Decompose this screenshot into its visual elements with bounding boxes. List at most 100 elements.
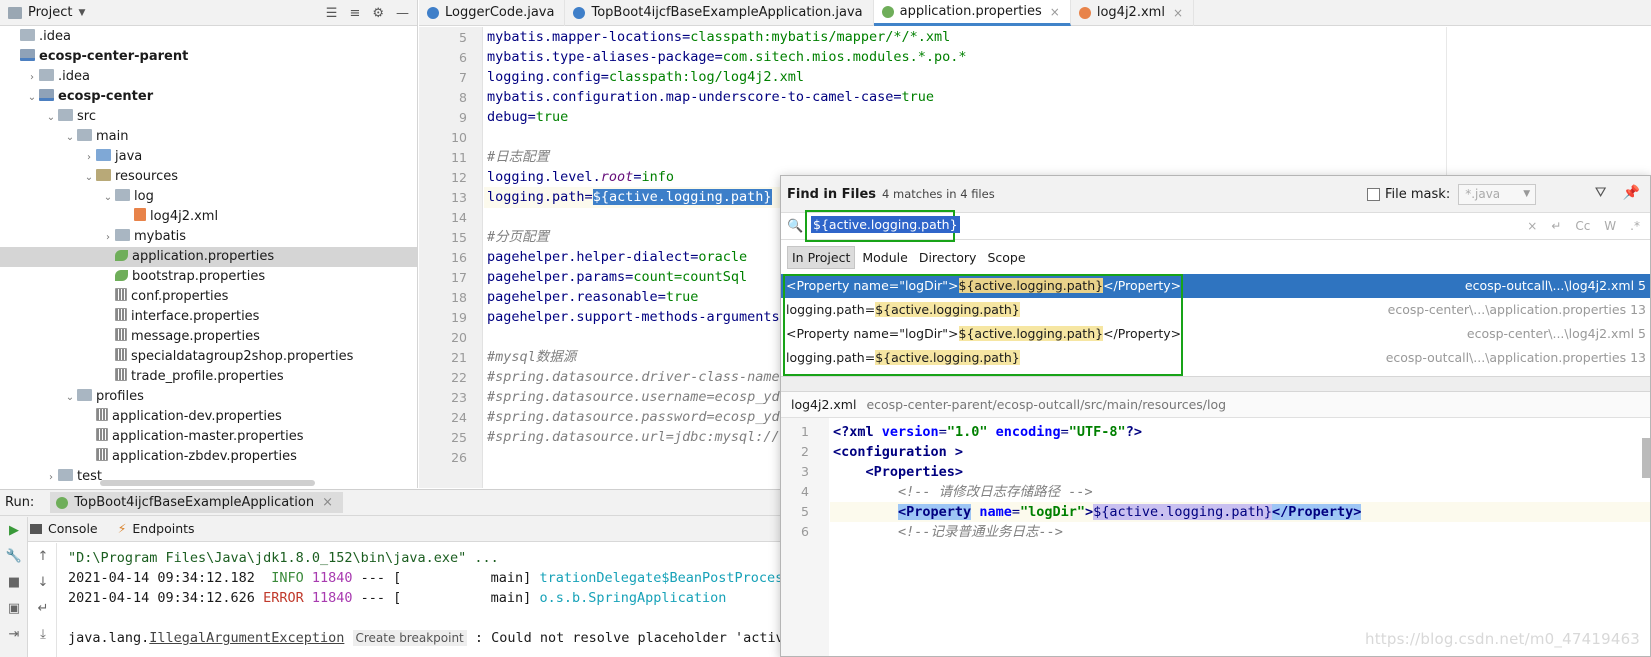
search-icon[interactable]: 🔍 bbox=[787, 219, 803, 234]
close-icon[interactable]: × bbox=[1173, 0, 1183, 26]
tree-item[interactable]: application-zbdev.properties bbox=[0, 447, 417, 467]
editor-tab[interactable]: TopBoot4ijcfBaseExampleApplication.java bbox=[565, 0, 874, 26]
scroll-to-end-icon[interactable]: ⤓ bbox=[29, 621, 57, 647]
vertical-scrollbar[interactable] bbox=[1642, 438, 1650, 478]
tree-item[interactable]: application.properties bbox=[0, 247, 417, 267]
collapse-all-icon[interactable]: ≡ bbox=[349, 6, 360, 21]
tree-item[interactable]: › .idea bbox=[0, 67, 417, 87]
chevron-down-icon[interactable]: ▼ bbox=[78, 8, 85, 18]
code-line[interactable]: #spring.datasource.password=ecosp_ydzb bbox=[487, 407, 796, 428]
run-config-tab[interactable]: TopBoot4ijcfBaseExampleApplication × bbox=[50, 492, 343, 513]
stop-icon[interactable]: ■ bbox=[0, 569, 28, 595]
code-line[interactable]: pagehelper.support-methods-arguments=tru… bbox=[487, 307, 820, 328]
match-case-icon[interactable]: Cc bbox=[1575, 219, 1590, 233]
search-input[interactable]: ${active.logging.path} bbox=[811, 216, 960, 233]
pin-icon[interactable]: 📌 bbox=[1623, 185, 1640, 201]
file-mask-checkbox[interactable] bbox=[1367, 188, 1380, 201]
code-line[interactable]: #spring.datasource.username=ecosp_ydzb bbox=[487, 387, 796, 408]
code-line[interactable]: logging.level.root=info bbox=[487, 167, 674, 188]
chevron-right-icon[interactable]: › bbox=[101, 228, 115, 248]
arrow-up-icon[interactable]: ↑ bbox=[29, 543, 57, 569]
code-line[interactable]: pagehelper.helper-dialect=oracle bbox=[487, 247, 747, 268]
tree-item[interactable]: interface.properties bbox=[0, 307, 417, 327]
expand-all-icon[interactable]: ☰ bbox=[326, 6, 338, 21]
tree-item[interactable]: ⌄ log bbox=[0, 187, 417, 207]
tree-item[interactable]: log4j2.xml bbox=[0, 207, 417, 227]
chevron-down-icon[interactable]: ⌄ bbox=[101, 188, 115, 208]
search-result-row[interactable]: logging.path=${active.logging.path} ecosp… bbox=[781, 298, 1650, 322]
editor-tab[interactable]: LoggerCode.java bbox=[419, 0, 566, 26]
tree-item[interactable]: conf.properties bbox=[0, 287, 417, 307]
chevron-right-icon[interactable]: › bbox=[25, 68, 39, 88]
tree-item[interactable]: specialdatagroup2shop.properties bbox=[0, 347, 417, 367]
code-line[interactable]: pagehelper.params=count=countSql bbox=[487, 267, 747, 288]
code-line[interactable]: debug=true bbox=[487, 107, 568, 128]
tree-item[interactable]: ⌄ ecosp-center bbox=[0, 87, 417, 107]
tree-item[interactable]: › java bbox=[0, 147, 417, 167]
exit-icon[interactable]: ⇥ bbox=[0, 621, 28, 647]
match-count: 4 matches in 4 files bbox=[882, 187, 995, 201]
clear-icon[interactable]: × bbox=[1527, 219, 1537, 233]
soft-wrap-icon[interactable]: ↵ bbox=[29, 595, 57, 621]
horizontal-scrollbar[interactable] bbox=[100, 480, 315, 486]
splitter[interactable] bbox=[781, 376, 1650, 392]
search-result-row[interactable]: <Property name="logDir">${active.logging… bbox=[781, 322, 1650, 346]
scope-in-project[interactable]: In Project bbox=[787, 245, 856, 269]
code-line[interactable]: #分页配置 bbox=[487, 227, 549, 248]
tab-console[interactable]: Console bbox=[30, 521, 98, 536]
editor-tab[interactable]: application.properties × bbox=[873, 0, 1071, 26]
preview-editor[interactable]: 1 2 3 4 5 6 <?xml version="1.0" encoding="UTF… bbox=[781, 418, 1650, 656]
code-line[interactable]: #日志配置 bbox=[487, 147, 549, 168]
tree-item-label: java bbox=[115, 149, 143, 164]
rerun-icon[interactable]: ▶ bbox=[0, 517, 28, 543]
code-line[interactable]: mybatis.type-aliases-package=com.sitech.… bbox=[487, 47, 967, 68]
search-result-row[interactable]: <Property name="logDir">${active.logging… bbox=[781, 274, 1650, 298]
code-line[interactable]: mybatis.mapper-locations=classpath:mybat… bbox=[487, 27, 950, 48]
tree-item[interactable]: › mybatis bbox=[0, 227, 417, 247]
search-result-row[interactable]: logging.path=${active.logging.path} ecosp… bbox=[781, 346, 1650, 370]
chevron-down-icon[interactable]: ⌄ bbox=[25, 88, 39, 108]
tab-endpoints[interactable]: ⚡ Endpoints bbox=[118, 521, 195, 536]
regex-icon[interactable]: .* bbox=[1630, 219, 1640, 233]
scope-scope[interactable]: Scope bbox=[983, 247, 1029, 268]
result-prefix: logging.path= bbox=[786, 302, 876, 317]
tree-item[interactable]: ⌄ src bbox=[0, 107, 417, 127]
code-line[interactable]: #spring.datasource.url=jdbc:mysql://172. bbox=[487, 427, 812, 448]
chevron-right-icon[interactable]: › bbox=[44, 468, 58, 488]
close-icon[interactable]: × bbox=[1050, 0, 1060, 25]
tree-item[interactable]: ⌄ profiles bbox=[0, 387, 417, 407]
tree-item[interactable]: application-dev.properties bbox=[0, 407, 417, 427]
chevron-right-icon[interactable]: › bbox=[82, 148, 96, 168]
chevron-down-icon[interactable]: ⌄ bbox=[63, 128, 77, 148]
new-line-icon[interactable]: ↵ bbox=[1551, 219, 1561, 233]
arrow-down-icon[interactable]: ↓ bbox=[29, 569, 57, 595]
tree-item[interactable]: ⌄ main bbox=[0, 127, 417, 147]
tree-item[interactable]: message.properties bbox=[0, 327, 417, 347]
scope-directory[interactable]: Directory bbox=[915, 247, 981, 268]
filter-icon[interactable]: ⛛ bbox=[1595, 185, 1607, 201]
scope-module[interactable]: Module bbox=[858, 247, 911, 268]
file-mask-select[interactable]: *.java ▼ bbox=[1458, 184, 1537, 205]
tree-item[interactable]: .idea bbox=[0, 27, 417, 47]
editor-tab[interactable]: log4j2.xml × bbox=[1071, 0, 1194, 26]
gear-icon[interactable]: ⚙ bbox=[372, 6, 384, 21]
chevron-down-icon[interactable]: ⌄ bbox=[82, 168, 96, 188]
close-icon[interactable]: × bbox=[322, 495, 333, 510]
chevron-down-icon[interactable]: ⌄ bbox=[63, 388, 77, 408]
camera-icon[interactable]: ▣ bbox=[0, 595, 28, 621]
code-line[interactable]: mybatis.configuration.map-underscore-to-… bbox=[487, 87, 934, 108]
tree-item[interactable]: ⌄ resources bbox=[0, 167, 417, 187]
minimize-icon[interactable]: — bbox=[396, 6, 409, 21]
words-icon[interactable]: W bbox=[1604, 219, 1616, 233]
tree-item[interactable]: application-master.properties bbox=[0, 427, 417, 447]
code-line[interactable]: logging.config=classpath:log/log4j2.xml bbox=[487, 67, 804, 88]
code-line[interactable]: pagehelper.reasonable=true bbox=[487, 287, 698, 308]
code-line[interactable]: #mysql数据源 bbox=[487, 347, 576, 368]
project-panel: Project ▼ ☰ ≡ ⚙ — .idea ecosp-center-pare… bbox=[0, 0, 418, 488]
project-panel-title[interactable]: Project bbox=[28, 5, 72, 20]
tree-item[interactable]: trade_profile.properties bbox=[0, 367, 417, 387]
chevron-down-icon[interactable]: ⌄ bbox=[44, 108, 58, 128]
wrench-icon[interactable]: 🔧 bbox=[0, 543, 28, 569]
tree-item[interactable]: bootstrap.properties bbox=[0, 267, 417, 287]
tree-item[interactable]: ecosp-center-parent bbox=[0, 47, 417, 67]
